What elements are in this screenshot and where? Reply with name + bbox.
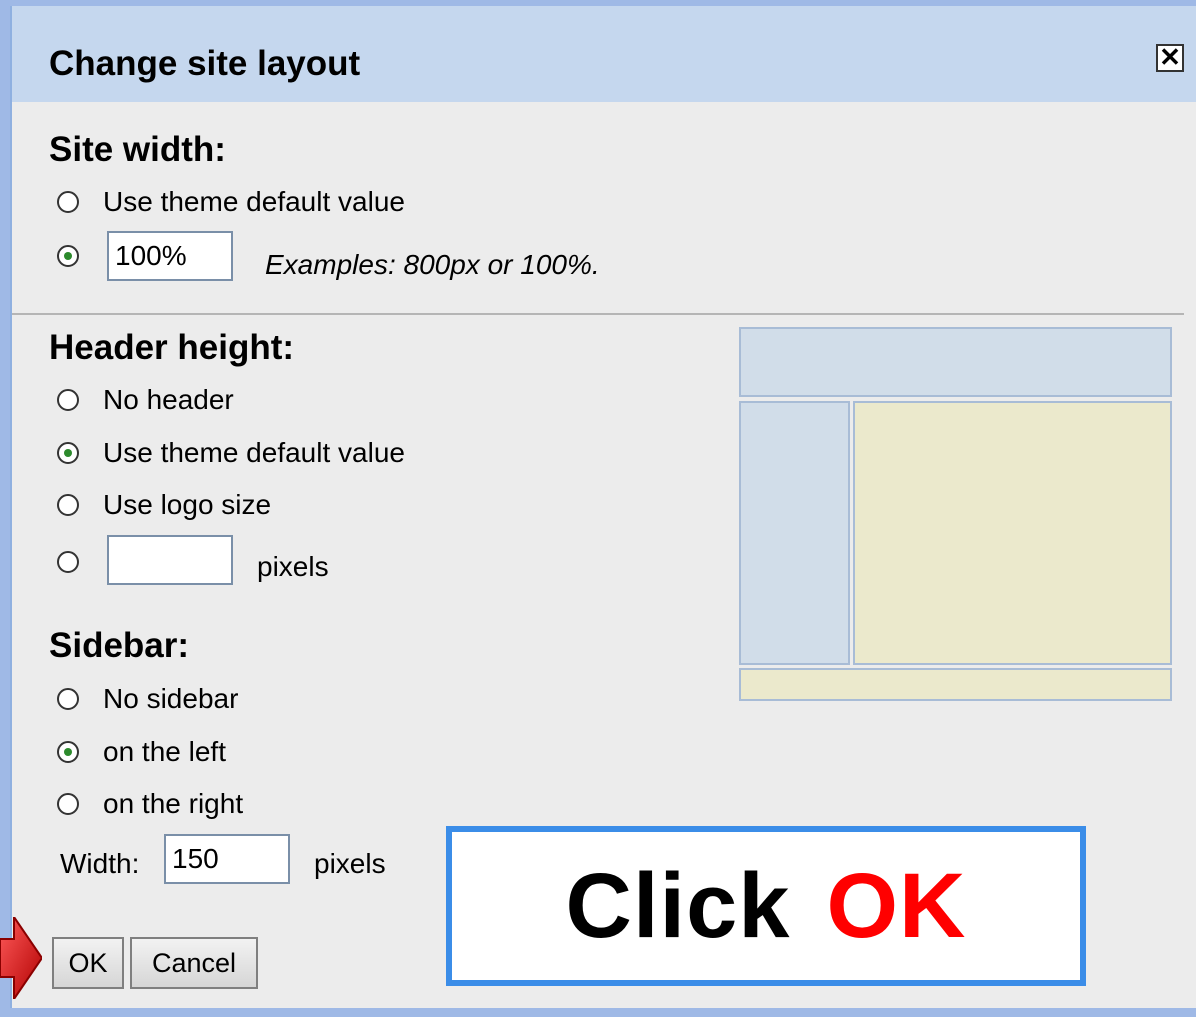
header-height-unit: pixels <box>257 551 329 582</box>
preview-footer <box>739 668 1172 701</box>
site-width-input[interactable] <box>107 231 233 281</box>
sidebar-right-radio[interactable] <box>57 793 79 815</box>
sidebar-width-label: Width: <box>60 848 140 879</box>
preview-sidebar <box>739 401 850 665</box>
header-custom-option[interactable] <box>57 551 79 573</box>
sidebar-width-input[interactable] <box>164 834 290 884</box>
preview-content <box>853 401 1172 665</box>
site-width-heading: Site width: <box>49 130 226 169</box>
header-none-radio[interactable] <box>57 389 79 411</box>
header-height-input[interactable] <box>107 535 233 585</box>
close-icon[interactable]: ✕ <box>1156 44 1184 72</box>
header-none-option[interactable]: No header <box>57 384 234 416</box>
site-width-example: Examples: 800px or 100%. <box>265 249 600 280</box>
header-default-label: Use theme default value <box>103 437 405 468</box>
header-logo-size-radio[interactable] <box>57 494 79 516</box>
dialog-titlebar: Change site layout ✕ <box>12 6 1196 102</box>
site-width-custom-option[interactable] <box>57 245 79 267</box>
pointer-arrow-icon <box>0 917 42 999</box>
callout-text: Click <box>565 854 791 957</box>
header-logo-size-option[interactable]: Use logo size <box>57 489 271 521</box>
header-custom-radio[interactable] <box>57 551 79 573</box>
ok-button[interactable]: OK <box>52 937 124 989</box>
sidebar-none-label: No sidebar <box>103 683 239 714</box>
sidebar-width-unit: pixels <box>314 848 386 879</box>
sidebar-none-option[interactable]: No sidebar <box>57 683 238 715</box>
sidebar-heading: Sidebar: <box>49 626 190 665</box>
sidebar-left-radio[interactable] <box>57 741 79 763</box>
preview-header <box>739 327 1172 397</box>
site-width-default-label: Use theme default value <box>103 186 405 217</box>
sidebar-left-label: on the left <box>103 736 226 767</box>
sidebar-left-option[interactable]: on the left <box>57 736 226 768</box>
header-default-radio[interactable] <box>57 442 79 464</box>
section-divider <box>12 313 1184 315</box>
sidebar-none-radio[interactable] <box>57 688 79 710</box>
sidebar-right-option[interactable]: on the right <box>57 788 243 820</box>
header-logo-size-label: Use logo size <box>103 489 272 520</box>
instruction-callout: Click OK <box>446 826 1086 986</box>
header-none-label: No header <box>103 384 234 415</box>
site-width-custom-radio[interactable] <box>57 245 79 267</box>
callout-emphasis: OK <box>826 854 967 957</box>
header-height-heading: Header height: <box>49 328 295 367</box>
site-width-default-radio[interactable] <box>57 191 79 213</box>
header-default-option[interactable]: Use theme default value <box>57 437 405 469</box>
sidebar-right-label: on the right <box>103 788 244 819</box>
cancel-button[interactable]: Cancel <box>130 937 258 989</box>
site-width-default-option[interactable]: Use theme default value <box>57 186 405 218</box>
dialog-title: Change site layout <box>49 44 361 83</box>
